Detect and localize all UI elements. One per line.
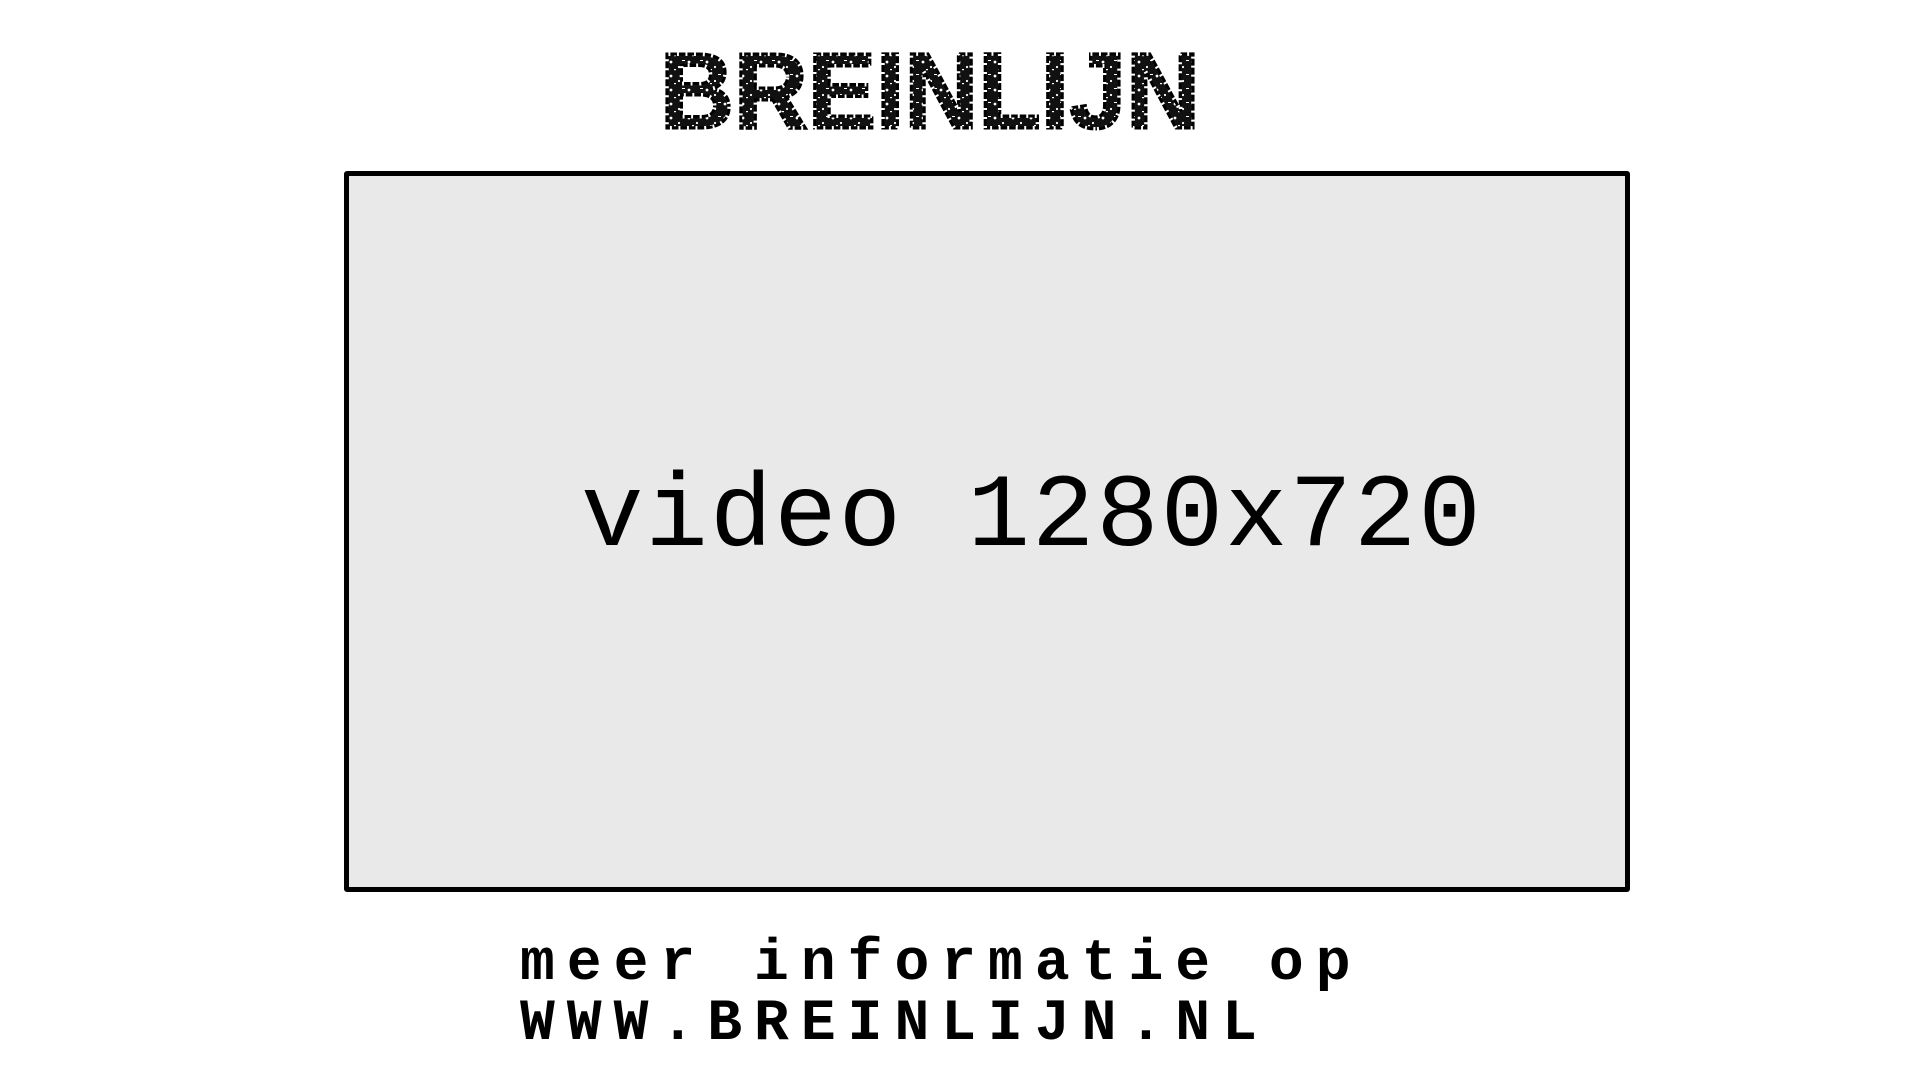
website-url: WWW.BREINLIJN.NL [520, 992, 1269, 1057]
logo-outline-highlight: BREINLIJN [660, 30, 1200, 150]
breinlijn-logo: BREINLIJN BREINLIJN [658, 30, 1202, 150]
video-placeholder-label: video 1280x720 [581, 459, 1483, 577]
more-info-text: meer informatie op WWW.BREINLIJN.NL [520, 935, 1363, 1055]
more-info-line: meer informatie op [520, 932, 1363, 997]
video-placeholder: video 1280x720 [344, 171, 1630, 892]
